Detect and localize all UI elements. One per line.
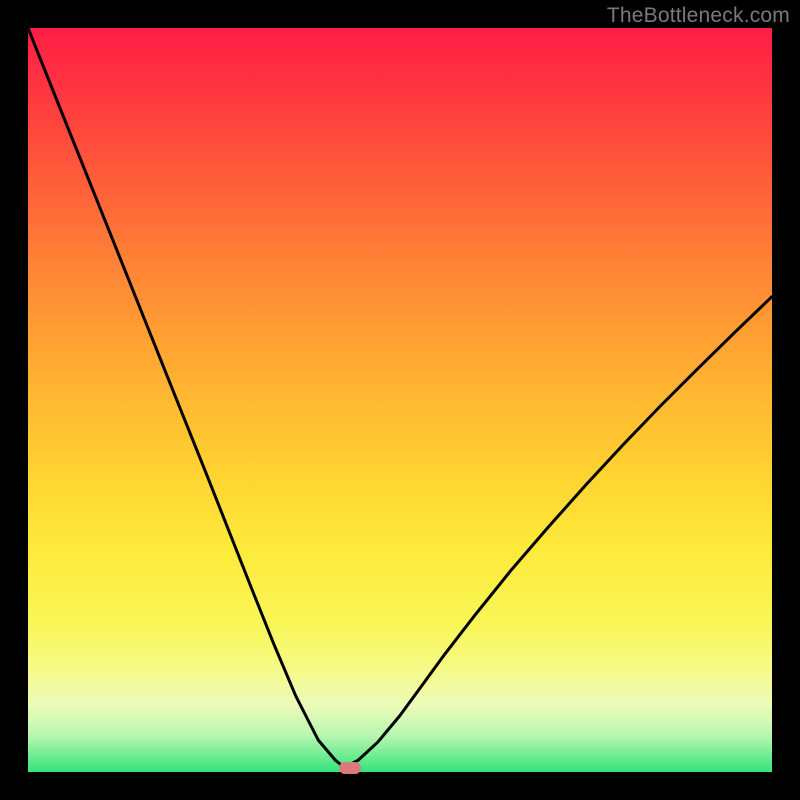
bottleneck-curve — [28, 28, 772, 768]
watermark-text: TheBottleneck.com — [607, 4, 790, 28]
outer-frame: TheBottleneck.com — [0, 0, 800, 800]
plot-area — [28, 28, 772, 772]
curve-svg — [28, 28, 772, 772]
minimum-marker — [339, 762, 361, 774]
